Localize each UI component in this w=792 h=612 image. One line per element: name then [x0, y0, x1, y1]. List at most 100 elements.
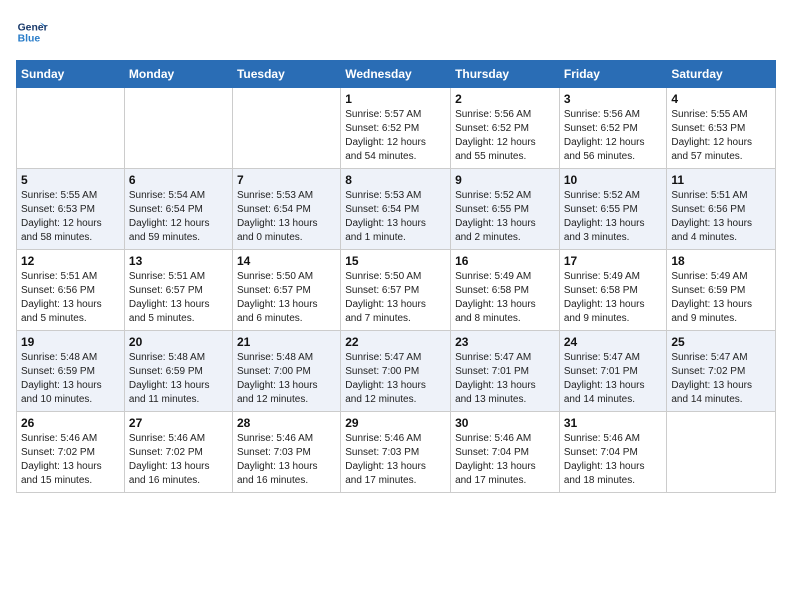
- day-number: 10: [564, 173, 663, 187]
- day-number: 1: [345, 92, 446, 106]
- weekday-header-sunday: Sunday: [17, 61, 125, 88]
- logo: General Blue: [16, 16, 52, 48]
- calendar-cell: 6 Sunrise: 5:54 AM Sunset: 6:54 PM Daylig…: [124, 169, 232, 250]
- day-info: Sunrise: 5:46 AM Sunset: 7:02 PM Dayligh…: [21, 432, 120, 488]
- day-info: Sunrise: 5:47 AM Sunset: 7:01 PM Dayligh…: [455, 351, 555, 407]
- day-info: Sunrise: 5:48 AM Sunset: 7:00 PM Dayligh…: [237, 351, 336, 407]
- calendar-cell: 15 Sunrise: 5:50 AM Sunset: 6:57 PM Dayli…: [341, 250, 451, 331]
- day-number: 27: [129, 416, 228, 430]
- calendar-cell: 14 Sunrise: 5:50 AM Sunset: 6:57 PM Dayli…: [232, 250, 340, 331]
- day-number: 21: [237, 335, 336, 349]
- calendar-cell: 17 Sunrise: 5:49 AM Sunset: 6:58 PM Dayli…: [559, 250, 667, 331]
- weekday-header-friday: Friday: [559, 61, 667, 88]
- weekday-header-wednesday: Wednesday: [341, 61, 451, 88]
- day-info: Sunrise: 5:48 AM Sunset: 6:59 PM Dayligh…: [129, 351, 228, 407]
- page-header: General Blue: [16, 16, 776, 48]
- calendar-cell: 22 Sunrise: 5:47 AM Sunset: 7:00 PM Dayli…: [341, 331, 451, 412]
- day-info: Sunrise: 5:46 AM Sunset: 7:02 PM Dayligh…: [129, 432, 228, 488]
- day-info: Sunrise: 5:46 AM Sunset: 7:04 PM Dayligh…: [455, 432, 555, 488]
- calendar-cell: [667, 412, 776, 493]
- day-number: 20: [129, 335, 228, 349]
- calendar: SundayMondayTuesdayWednesdayThursdayFrid…: [16, 60, 776, 493]
- calendar-cell: [232, 88, 340, 169]
- day-number: 6: [129, 173, 228, 187]
- calendar-cell: 10Sunrise: 5:52 AM Sunset: 6:55 PM Dayli…: [559, 169, 667, 250]
- calendar-cell: 5 Sunrise: 5:55 AM Sunset: 6:53 PM Daylig…: [17, 169, 125, 250]
- calendar-cell: 31 Sunrise: 5:46 AM Sunset: 7:04 PM Dayli…: [559, 412, 667, 493]
- day-info: Sunrise: 5:51 AM Sunset: 6:57 PM Dayligh…: [129, 270, 228, 326]
- day-info: Sunrise: 5:56 AM Sunset: 6:52 PM Dayligh…: [564, 108, 663, 164]
- day-info: Sunrise: 5:54 AM Sunset: 6:54 PM Dayligh…: [129, 189, 228, 245]
- day-number: 28: [237, 416, 336, 430]
- day-number: 29: [345, 416, 446, 430]
- calendar-cell: 29Sunrise: 5:46 AM Sunset: 7:03 PM Dayli…: [341, 412, 451, 493]
- calendar-cell: 9Sunrise: 5:52 AM Sunset: 6:55 PM Daylig…: [451, 169, 560, 250]
- day-info: Sunrise: 5:50 AM Sunset: 6:57 PM Dayligh…: [345, 270, 446, 326]
- day-number: 25: [671, 335, 771, 349]
- day-number: 23: [455, 335, 555, 349]
- day-info: Sunrise: 5:53 AM Sunset: 6:54 PM Dayligh…: [237, 189, 336, 245]
- day-number: 15: [345, 254, 446, 268]
- calendar-cell: 27 Sunrise: 5:46 AM Sunset: 7:02 PM Dayli…: [124, 412, 232, 493]
- day-number: 30: [455, 416, 555, 430]
- day-number: 12: [21, 254, 120, 268]
- day-info: Sunrise: 5:55 AM Sunset: 6:53 PM Dayligh…: [671, 108, 771, 164]
- svg-text:Blue: Blue: [18, 34, 41, 45]
- day-info: Sunrise: 5:51 AM Sunset: 6:56 PM Dayligh…: [21, 270, 120, 326]
- day-info: Sunrise: 5:48 AM Sunset: 6:59 PM Dayligh…: [21, 351, 120, 407]
- calendar-cell: 28 Sunrise: 5:46 AM Sunset: 7:03 PM Dayli…: [232, 412, 340, 493]
- day-number: 19: [21, 335, 120, 349]
- week-row-3: 12 Sunrise: 5:51 AM Sunset: 6:56 PM Dayli…: [17, 250, 776, 331]
- day-number: 24: [564, 335, 663, 349]
- day-info: Sunrise: 5:55 AM Sunset: 6:53 PM Dayligh…: [21, 189, 120, 245]
- calendar-cell: 3 Sunrise: 5:56 AM Sunset: 6:52 PM Daylig…: [559, 88, 667, 169]
- calendar-cell: 4 Sunrise: 5:55 AM Sunset: 6:53 PM Daylig…: [667, 88, 776, 169]
- day-number: 4: [671, 92, 771, 106]
- calendar-cell: 1 Sunrise: 5:57 AM Sunset: 6:52 PM Daylig…: [341, 88, 451, 169]
- day-info: Sunrise: 5:47 AM Sunset: 7:00 PM Dayligh…: [345, 351, 446, 407]
- calendar-cell: 24Sunrise: 5:47 AM Sunset: 7:01 PM Dayli…: [559, 331, 667, 412]
- calendar-cell: 30 Sunrise: 5:46 AM Sunset: 7:04 PM Dayli…: [451, 412, 560, 493]
- day-number: 3: [564, 92, 663, 106]
- day-info: Sunrise: 5:52 AM Sunset: 6:55 PM Dayligh…: [455, 189, 555, 245]
- day-number: 5: [21, 173, 120, 187]
- day-info: Sunrise: 5:46 AM Sunset: 7:03 PM Dayligh…: [237, 432, 336, 488]
- calendar-cell: 11 Sunrise: 5:51 AM Sunset: 6:56 PM Dayli…: [667, 169, 776, 250]
- day-number: 14: [237, 254, 336, 268]
- week-row-4: 19 Sunrise: 5:48 AM Sunset: 6:59 PM Dayli…: [17, 331, 776, 412]
- day-info: Sunrise: 5:53 AM Sunset: 6:54 PM Dayligh…: [345, 189, 446, 245]
- weekday-header-row: SundayMondayTuesdayWednesdayThursdayFrid…: [17, 61, 776, 88]
- calendar-cell: 26 Sunrise: 5:46 AM Sunset: 7:02 PM Dayli…: [17, 412, 125, 493]
- calendar-cell: 20 Sunrise: 5:48 AM Sunset: 6:59 PM Dayli…: [124, 331, 232, 412]
- calendar-cell: 16Sunrise: 5:49 AM Sunset: 6:58 PM Dayli…: [451, 250, 560, 331]
- day-number: 13: [129, 254, 228, 268]
- weekday-header-monday: Monday: [124, 61, 232, 88]
- svg-text:General: General: [18, 22, 48, 33]
- day-info: Sunrise: 5:51 AM Sunset: 6:56 PM Dayligh…: [671, 189, 771, 245]
- day-number: 22: [345, 335, 446, 349]
- calendar-cell: 2 Sunrise: 5:56 AM Sunset: 6:52 PM Daylig…: [451, 88, 560, 169]
- day-number: 26: [21, 416, 120, 430]
- day-number: 2: [455, 92, 555, 106]
- week-row-5: 26 Sunrise: 5:46 AM Sunset: 7:02 PM Dayli…: [17, 412, 776, 493]
- day-number: 7: [237, 173, 336, 187]
- weekday-header-tuesday: Tuesday: [232, 61, 340, 88]
- calendar-cell: 8Sunrise: 5:53 AM Sunset: 6:54 PM Daylig…: [341, 169, 451, 250]
- day-info: Sunrise: 5:46 AM Sunset: 7:04 PM Dayligh…: [564, 432, 663, 488]
- day-number: 11: [671, 173, 771, 187]
- calendar-cell: 13 Sunrise: 5:51 AM Sunset: 6:57 PM Dayli…: [124, 250, 232, 331]
- day-info: Sunrise: 5:49 AM Sunset: 6:58 PM Dayligh…: [455, 270, 555, 326]
- weekday-header-saturday: Saturday: [667, 61, 776, 88]
- calendar-cell: 7 Sunrise: 5:53 AM Sunset: 6:54 PM Daylig…: [232, 169, 340, 250]
- day-info: Sunrise: 5:50 AM Sunset: 6:57 PM Dayligh…: [237, 270, 336, 326]
- day-number: 18: [671, 254, 771, 268]
- day-number: 31: [564, 416, 663, 430]
- day-info: Sunrise: 5:49 AM Sunset: 6:58 PM Dayligh…: [564, 270, 663, 326]
- calendar-cell: 19 Sunrise: 5:48 AM Sunset: 6:59 PM Dayli…: [17, 331, 125, 412]
- day-info: Sunrise: 5:57 AM Sunset: 6:52 PM Dayligh…: [345, 108, 446, 164]
- day-info: Sunrise: 5:56 AM Sunset: 6:52 PM Dayligh…: [455, 108, 555, 164]
- calendar-cell: 21 Sunrise: 5:48 AM Sunset: 7:00 PM Dayli…: [232, 331, 340, 412]
- week-row-2: 5 Sunrise: 5:55 AM Sunset: 6:53 PM Daylig…: [17, 169, 776, 250]
- calendar-cell: [124, 88, 232, 169]
- day-number: 17: [564, 254, 663, 268]
